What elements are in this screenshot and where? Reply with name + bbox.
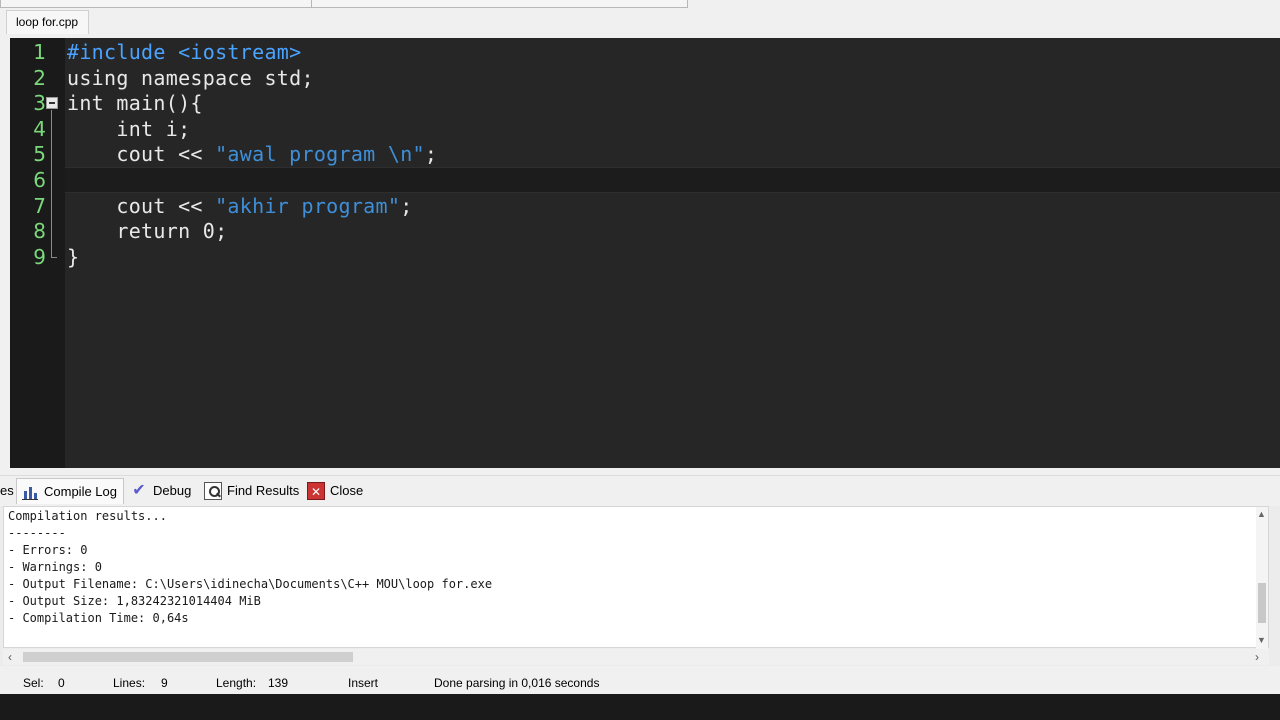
string-literal: "awal program \n": [215, 142, 425, 167]
code-line[interactable]: 6: [10, 167, 1280, 193]
compile-log-output[interactable]: Compilation results... -------- - Errors…: [3, 506, 1269, 649]
code-editor[interactable]: 1 #include <iostream> 2 using namespace std…: [10, 38, 1280, 468]
find-icon: [204, 482, 222, 500]
tab-label: es: [0, 483, 14, 498]
vertical-scrollbar[interactable]: ▲ ▼: [1256, 507, 1268, 649]
tab-label: Debug: [153, 483, 192, 498]
code-text: cout << "akhir program";: [67, 193, 413, 219]
code-token: cout <<: [67, 193, 216, 218]
scroll-right-icon[interactable]: ›: [1255, 649, 1259, 665]
tab-find-results[interactable]: Find Results: [204, 478, 299, 504]
log-line: - Errors: 0: [8, 543, 88, 557]
code-text: int i;: [67, 116, 190, 142]
code-line[interactable]: 7 cout << "akhir program";: [10, 193, 1280, 219]
code-token: int main(){: [67, 91, 203, 116]
bottom-panel-tabs: es Compile Log ✔ Debug Find Results Clos…: [0, 475, 1280, 505]
fold-end-marker: [51, 256, 57, 258]
log-line: --------: [8, 526, 66, 540]
tab-close[interactable]: Close: [307, 478, 364, 505]
code-text: return 0;: [67, 218, 227, 244]
string-literal: "akhir program": [215, 193, 401, 218]
line-number: 5: [33, 142, 46, 167]
tab-label: Close: [330, 483, 364, 498]
line-number: 1: [33, 40, 46, 64]
line-number: 8: [33, 219, 46, 244]
current-line-highlight: [65, 167, 1280, 193]
code-line[interactable]: 8 return 0;: [10, 218, 1280, 244]
status-length-label: Length:: [216, 676, 257, 690]
log-line: - Output Size: 1,83242321014404 MiB: [8, 594, 261, 608]
line-number: 4: [33, 116, 46, 141]
tab-resources-cut[interactable]: es: [0, 478, 14, 504]
code-text: int main(){: [67, 90, 203, 116]
code-token: ;: [424, 142, 438, 167]
code-line[interactable]: 9}: [10, 244, 1280, 270]
status-length-value: 139: [268, 676, 289, 690]
code-line[interactable]: 3 int main(){: [10, 90, 1280, 116]
status-lines-label: Lines:: [113, 676, 146, 690]
line-number: 3: [33, 91, 46, 116]
scroll-thumb[interactable]: [1258, 583, 1266, 623]
chart-icon: [21, 483, 39, 501]
log-line: - Output Filename: C:\Users\idinecha\Doc…: [8, 577, 493, 591]
status-sel-label: Sel:: [23, 676, 44, 690]
status-bar: Sel: 0 Lines: 9 Length: 139 Insert Done …: [0, 672, 1280, 694]
code-text: #include <iostream>: [67, 39, 301, 65]
scroll-up-icon[interactable]: ▲: [1257, 509, 1266, 519]
line-number: 9: [33, 244, 46, 269]
tab-label: Find Results: [227, 483, 300, 498]
status-message: Done parsing in 0,016 seconds: [434, 676, 600, 690]
fold-guide: [51, 110, 52, 257]
code-token: ;: [400, 193, 413, 218]
preprocessor-directive: #include <iostream>: [67, 40, 302, 64]
taskbar-band: [0, 694, 1280, 720]
status-mode: Insert: [348, 676, 379, 690]
code-token: int i;: [67, 116, 191, 141]
ide-window: loop for.cpp 1 #include <iostream> 2 using …: [0, 0, 1280, 720]
code-line[interactable]: 2 using namespace std;: [10, 65, 1280, 91]
code-line[interactable]: 1 #include <iostream>: [10, 39, 1280, 65]
check-icon: ✔: [132, 482, 146, 499]
scroll-down-icon[interactable]: ▼: [1257, 635, 1266, 645]
log-line: Compilation results...: [8, 509, 167, 523]
status-sel-value: 0: [58, 676, 65, 690]
horizontal-scrollbar[interactable]: ‹ ›: [3, 649, 1269, 665]
code-token: cout <<: [67, 142, 216, 167]
line-number: 2: [33, 65, 46, 90]
scroll-thumb[interactable]: [23, 652, 353, 662]
tab-label: Compile Log: [44, 483, 117, 499]
tab-debug[interactable]: ✔ Debug: [130, 478, 191, 504]
code-line[interactable]: 4 int i;: [10, 116, 1280, 142]
scroll-left-icon[interactable]: ‹: [8, 649, 12, 665]
compile-log-panel: Compilation results... -------- - Errors…: [0, 506, 1280, 666]
tab-compile-log[interactable]: Compile Log: [16, 478, 124, 504]
editor-tab-bar: loop for.cpp: [0, 0, 1280, 38]
code-token: using namespace std;: [67, 65, 314, 90]
code-text: cout << "awal program \n";: [67, 141, 437, 167]
code-token: }: [67, 244, 80, 269]
close-icon: [307, 479, 325, 505]
toolbar-strip: [0, 0, 688, 8]
status-lines-value: 9: [161, 676, 168, 690]
code-text: }: [67, 244, 79, 270]
code-text: using namespace std;: [67, 65, 314, 91]
fold-toggle-icon[interactable]: [46, 97, 58, 110]
code-token: return 0;: [67, 219, 228, 244]
line-number: 6: [33, 168, 46, 192]
file-tab[interactable]: loop for.cpp: [6, 10, 90, 34]
line-number: 7: [33, 193, 46, 218]
log-line: - Compilation Time: 0,64s: [8, 611, 189, 625]
log-line: - Warnings: 0: [8, 560, 102, 574]
code-line[interactable]: 5 cout << "awal program \n";: [10, 141, 1280, 167]
